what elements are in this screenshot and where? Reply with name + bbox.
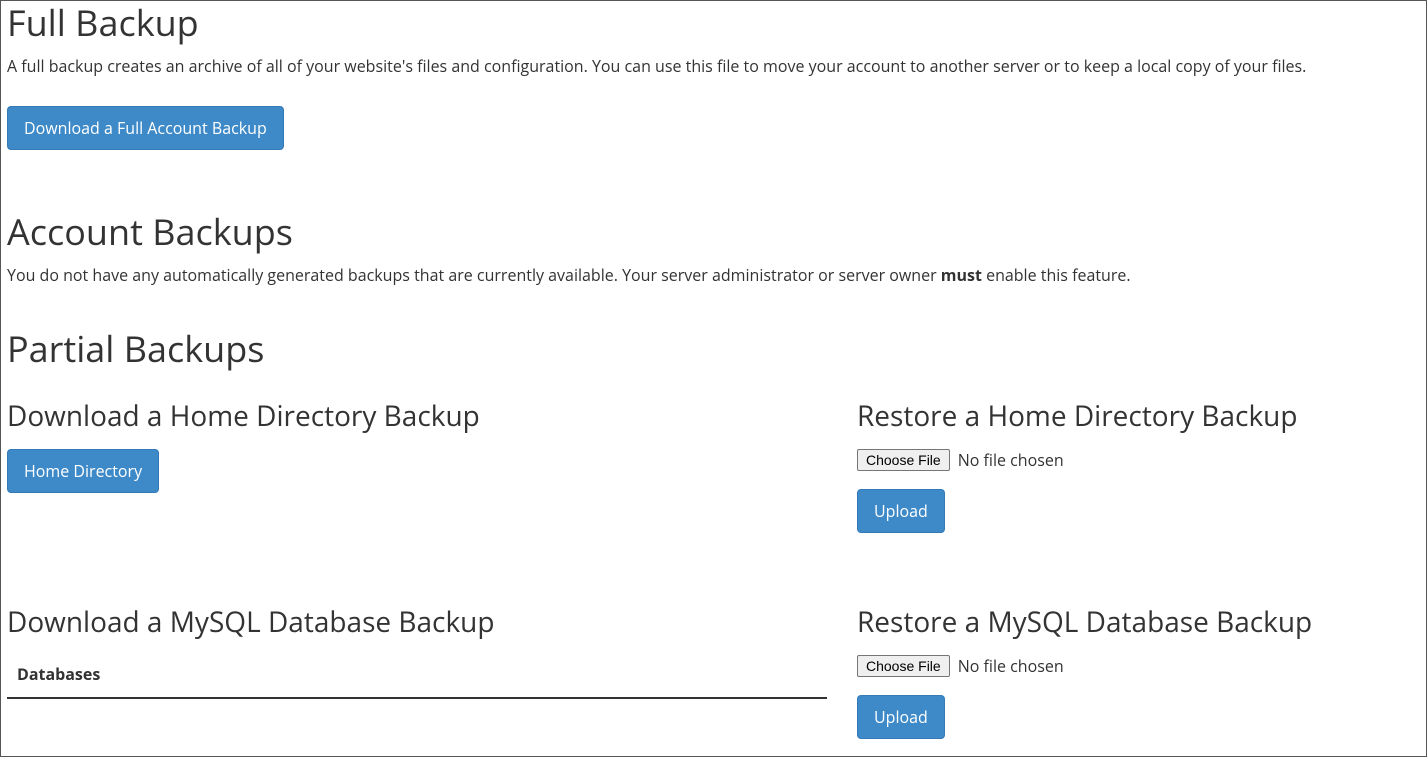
account-backups-desc-post: enable this feature.: [982, 264, 1131, 286]
download-mysql-heading: Download a MySQL Database Backup: [7, 603, 827, 641]
full-backup-description: A full backup creates an archive of all …: [7, 54, 1420, 78]
table-header-row: Databases: [7, 655, 827, 698]
upload-mysql-button[interactable]: Upload: [857, 695, 945, 739]
account-backups-desc-strong: must: [941, 264, 982, 286]
choose-file-mysql-button[interactable]: Choose File: [857, 655, 950, 677]
databases-table: Databases: [7, 655, 827, 699]
download-home-dir-heading: Download a Home Directory Backup: [7, 397, 827, 435]
upload-home-button[interactable]: Upload: [857, 489, 945, 533]
restore-mysql-heading: Restore a MySQL Database Backup: [857, 603, 1420, 641]
file-status-mysql: No file chosen: [958, 655, 1064, 677]
account-backups-desc-pre: You do not have any automatically genera…: [7, 264, 941, 286]
restore-home-dir-heading: Restore a Home Directory Backup: [857, 397, 1420, 435]
file-status-home: No file chosen: [958, 449, 1064, 471]
download-full-account-backup-button[interactable]: Download a Full Account Backup: [7, 106, 284, 150]
home-directory-button[interactable]: Home Directory: [7, 449, 159, 493]
account-backups-description: You do not have any automatically genera…: [7, 263, 1420, 287]
databases-column-header: Databases: [7, 655, 827, 698]
account-backups-heading: Account Backups: [7, 210, 1420, 253]
choose-file-home-button[interactable]: Choose File: [857, 449, 950, 471]
full-backup-heading: Full Backup: [7, 1, 1420, 44]
partial-backups-heading: Partial Backups: [7, 327, 1420, 370]
